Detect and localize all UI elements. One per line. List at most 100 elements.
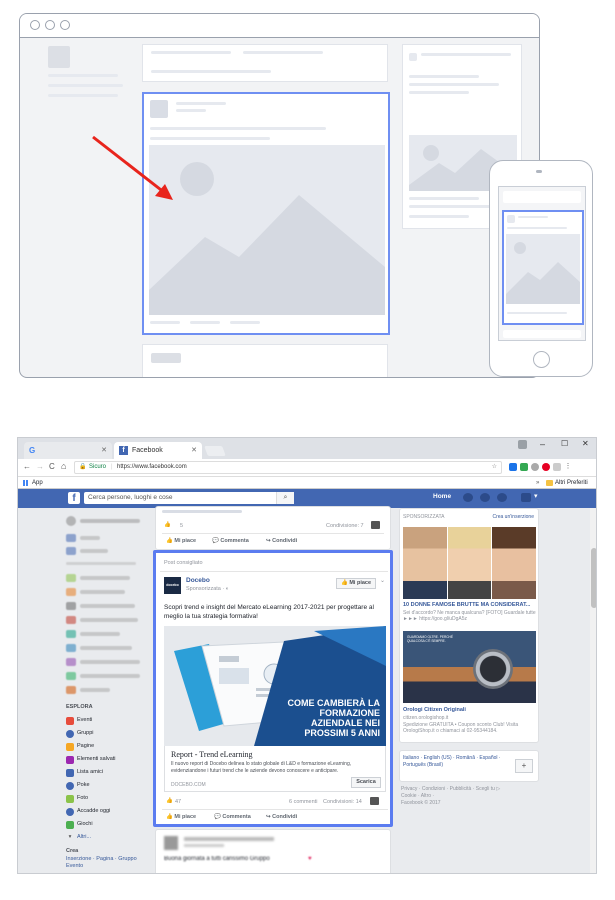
celebrity-photo (403, 527, 447, 599)
chevron-down-icon: ▾ (68, 834, 72, 840)
language-links[interactable]: Italiano · English (US) · Română · Españ… (403, 755, 511, 769)
reaction-count[interactable]: 47 (175, 799, 181, 805)
page-name-link[interactable]: Docebo (186, 577, 210, 584)
forward-icon[interactable]: → (36, 462, 44, 471)
like-reaction-icon: 👍 (166, 798, 173, 804)
close-tab-icon[interactable]: ✕ (191, 442, 197, 459)
groups-icon (66, 729, 74, 738)
chevron-down-icon[interactable]: ⌄ (380, 577, 385, 584)
comment-label: Commenta (220, 538, 249, 544)
like-page-button[interactable]: 👍 Mi piace (336, 578, 376, 589)
chevron-down-icon[interactable]: ▾ (534, 492, 538, 500)
back-icon[interactable]: ← (23, 462, 31, 471)
reload-icon[interactable]: C (49, 462, 55, 471)
url-field[interactable]: 🔒 Sicuro | https://www.facebook.com ☆ (74, 461, 502, 474)
nav-item-memories[interactable]: Accadde oggi5 (66, 805, 162, 818)
like-button[interactable]: 👍 Mi piace (166, 538, 196, 544)
comment-count[interactable]: 6 commenti (289, 799, 317, 805)
nav-item-friends-list[interactable]: Lista amici (66, 766, 154, 779)
facebook-search-input[interactable]: Cerca persone, luoghi e cose ⌕ (84, 492, 294, 504)
create-links[interactable]: Inserzione · Pagina · Gruppo (66, 856, 154, 862)
nav-item-groups[interactable]: Gruppi (66, 727, 154, 740)
extension-icon[interactable] (509, 463, 517, 471)
pinterest-icon[interactable] (542, 463, 550, 471)
language-box: Italiano · English (US) · Română · Españ… (399, 750, 539, 782)
like-page-label: Mi piace (349, 580, 372, 586)
profile-icon[interactable] (518, 440, 527, 449)
facebook-logo-icon[interactable]: f (68, 492, 80, 504)
watch-illustration (473, 649, 513, 689)
link-title: Report - Trend eLearning (171, 750, 253, 759)
nav-item-saved[interactable]: Elementi salvati1 (66, 753, 162, 766)
share-label: Condividi (272, 538, 298, 544)
notifications-icon[interactable] (497, 493, 507, 502)
maximize-icon[interactable]: ☐ (561, 439, 568, 448)
comment-button[interactable]: 💬 Commenta (214, 814, 251, 820)
share-button[interactable]: ↪ Condividi (266, 814, 297, 820)
messages-icon[interactable] (480, 493, 490, 502)
other-bookmarks-label[interactable]: Altri Preferiti (555, 477, 588, 489)
create-event-link[interactable]: Evento (66, 863, 154, 869)
ad2-title[interactable]: Orologi Citizen Originali (403, 707, 466, 713)
friend-requests-icon[interactable] (463, 493, 473, 502)
window-dot-icon (30, 20, 40, 30)
nav-label: Eventi (77, 717, 93, 723)
docebo-logo[interactable]: docebo (164, 577, 181, 594)
create-ad-link[interactable]: Crea un'inserzione (492, 514, 534, 520)
nav-item-games[interactable]: Giochi1 (66, 818, 162, 831)
nav-label: Accadde oggi (77, 808, 111, 814)
minimize-icon[interactable]: – (540, 439, 545, 449)
footer-links: Privacy · Condizioni · Pubblicità · Sceg… (401, 786, 541, 807)
search-placeholder: Cerca persone, luoghi e cose (88, 494, 173, 501)
avatar[interactable] (371, 521, 380, 529)
add-language-button[interactable]: + (515, 759, 533, 773)
apps-icon[interactable] (23, 480, 29, 486)
lock-icon: 🔒 (79, 464, 87, 470)
apps-label[interactable]: App (32, 477, 43, 489)
ad-image[interactable]: COME CAMBIERÀ LA FORMAZIONE AZIENDALE NE… (164, 626, 386, 746)
home-link[interactable]: Home (433, 493, 451, 500)
ad2-image[interactable]: GUARDIAMO OLTRE. PERCHÉ QUALCOSA C'È SEM… (403, 631, 536, 703)
nav-item-photos[interactable]: Foto (66, 792, 154, 805)
sponsored-text: Sponsorizzata (186, 586, 221, 592)
like-button[interactable]: 👍 Mi piace (166, 814, 196, 820)
share-count[interactable]: Condivisione: 7 (326, 523, 364, 529)
menu-icon[interactable]: ⋮ (564, 463, 572, 471)
ad1-description: Sei d'accordo? Ne manca qualcuna? [FOTO]… (403, 610, 536, 622)
footer-line[interactable]: Cookie · Altro · (401, 793, 541, 800)
search-icon[interactable]: ⌕ (276, 492, 294, 504)
nav-more-link[interactable]: ▾ Altri... (66, 831, 154, 844)
nav-item-events[interactable]: Eventi1 (66, 714, 162, 727)
home-icon[interactable]: ⌂ (61, 461, 66, 471)
celebrity-photo (447, 527, 492, 599)
reaction-count[interactable]: 5 (180, 523, 183, 529)
nav-item-poke[interactable]: Poke (66, 779, 154, 792)
footer-line[interactable]: Privacy · Condizioni · Pubblicità · Sceg… (401, 786, 541, 793)
extension-icon[interactable] (553, 463, 561, 471)
nav-item-pages[interactable]: Pagine (66, 740, 154, 753)
new-tab-button[interactable] (204, 446, 226, 456)
download-button[interactable]: Scarica (351, 777, 381, 788)
illustration-highlighted-post (142, 92, 390, 335)
avatar[interactable] (370, 797, 379, 805)
close-tab-icon[interactable]: ✕ (101, 442, 107, 459)
extension-icon[interactable] (531, 463, 539, 471)
bookmark-star-icon[interactable]: ☆ (492, 462, 497, 473)
clock-icon (66, 807, 74, 816)
link-preview[interactable]: Report - Trend eLearning Il nuovo report… (164, 746, 386, 792)
secure-label: Sicuro (89, 464, 107, 470)
settings-icon[interactable] (521, 493, 531, 502)
comment-button[interactable]: 💬 Commenta (212, 538, 249, 544)
comment-label: Commenta (222, 814, 251, 820)
extension-icon[interactable] (520, 463, 528, 471)
share-count[interactable]: Condivisioni: 14 (323, 799, 362, 805)
browser-tab-google[interactable]: G ✕ (24, 442, 112, 459)
scrollbar-thumb[interactable] (591, 548, 596, 608)
create-section-title: Crea (66, 848, 79, 854)
browser-tab-facebook[interactable]: f Facebook ✕ (114, 442, 202, 459)
scrollbar[interactable] (590, 508, 596, 873)
close-window-icon[interactable]: ✕ (582, 439, 589, 448)
ad1-image[interactable] (403, 527, 537, 599)
share-button[interactable]: ↪ Condividi (266, 538, 297, 544)
ad1-title[interactable]: 10 DONNE FAMOSE BRUTTE MA CONSIDERAT... (403, 602, 537, 608)
